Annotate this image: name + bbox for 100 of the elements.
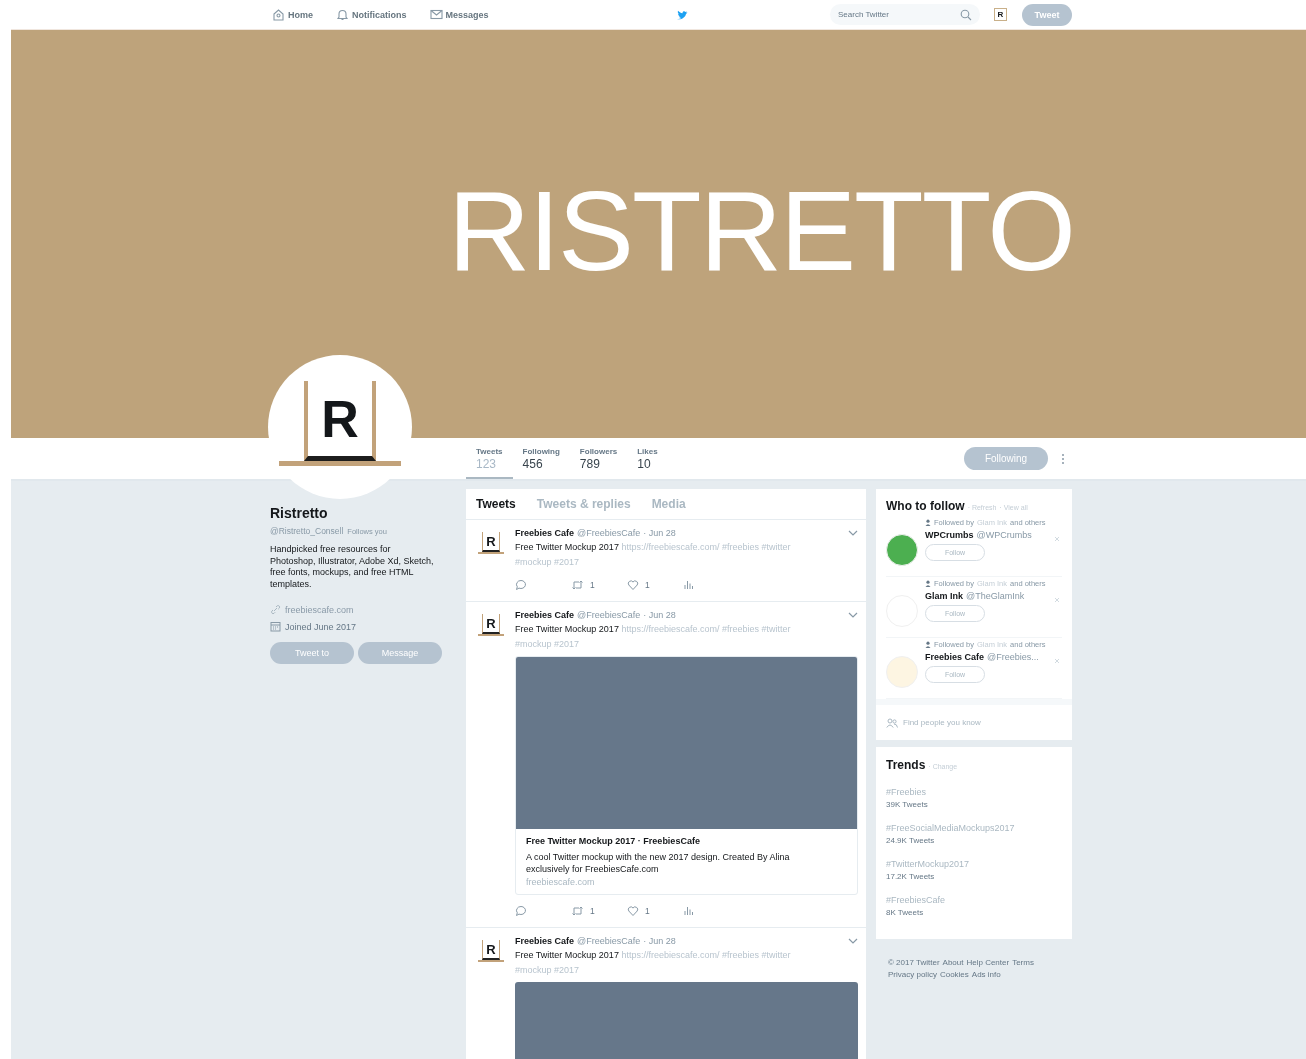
stat-tab[interactable]: Likes 10 xyxy=(627,438,668,479)
nav-link[interactable]: Home xyxy=(270,8,313,21)
profile-avatar[interactable]: R xyxy=(994,8,1007,21)
tweet-handle: @FreebiesCafe xyxy=(577,936,641,946)
close-icon[interactable] xyxy=(1054,597,1060,603)
profile-button[interactable]: Message xyxy=(358,642,442,664)
home-icon xyxy=(272,8,285,21)
account-name[interactable]: Glam Ink xyxy=(925,591,963,601)
footer-link[interactable]: Ads info xyxy=(971,969,1001,981)
tweet-count: 8K Tweets xyxy=(886,908,925,917)
following-button[interactable]: Following xyxy=(964,447,1048,470)
account-handle: @TheGlamInk xyxy=(966,591,1025,601)
tweet-handle: @FreebiesCafe xyxy=(577,610,641,620)
tweet-author[interactable]: Freebies Cafe xyxy=(515,610,575,620)
hashtag-link[interactable]: #2017 xyxy=(554,964,580,975)
tweet-button[interactable]: Tweet xyxy=(1022,3,1072,26)
hashtag-link[interactable]: #mockup xyxy=(515,638,552,649)
tweet-handle: @FreebiesCafe xyxy=(577,528,641,538)
more-icon[interactable] xyxy=(1061,452,1065,465)
hashtag-link[interactable]: #twitter xyxy=(761,542,791,552)
hashtag-link[interactable]: #twitter xyxy=(761,624,791,634)
close-icon[interactable] xyxy=(1054,658,1060,664)
retweet-count: 1 xyxy=(590,580,595,590)
footer-link[interactable]: Help Center xyxy=(966,957,1010,969)
hashtag-link[interactable]: #freebies xyxy=(721,624,759,634)
retweet-icon[interactable] xyxy=(571,905,584,917)
timeline-tab[interactable]: Media xyxy=(651,497,686,519)
hashtag-link[interactable]: #2017 xyxy=(554,638,580,649)
tweet-link[interactable]: https://freebiescafe.com/ xyxy=(621,624,720,634)
tweet-count: 24.9K Tweets xyxy=(886,836,936,845)
account-handle: @Freebies... xyxy=(987,652,1039,662)
account-avatar[interactable] xyxy=(886,534,918,566)
card-url: freebiescafe.com xyxy=(526,877,596,887)
hashtag-link[interactable]: #2017 xyxy=(554,556,580,567)
tweet-link[interactable]: https://freebiescafe.com/ xyxy=(621,542,720,552)
tweet-author[interactable]: Freebies Cafe xyxy=(515,936,575,946)
stat-tab[interactable]: Following 456 xyxy=(512,438,570,479)
section-title: Trends xyxy=(886,758,926,772)
footer-link[interactable]: About xyxy=(942,957,964,969)
bird-icon[interactable] xyxy=(675,8,689,21)
tweet-text: Free Twitter Mockup 2017 xyxy=(515,624,619,634)
nav-link[interactable]: Notifications xyxy=(334,8,407,21)
section-title: Who to follow xyxy=(886,499,965,513)
link-card[interactable]: Free Twitter Mockup 2017 · FreebiesCafe A cool Twitter mockup with the new 2017 design. Created By Alina exclusively for FreebiesCafe.com freebiescafe.com xyxy=(515,656,858,895)
hashtag-link[interactable]: #mockup xyxy=(515,964,552,975)
footer-link[interactable]: © 2017 Twitter xyxy=(888,957,940,969)
tweet-count: 39K Tweets xyxy=(886,800,929,809)
chevron-icon[interactable] xyxy=(848,529,858,537)
tweet-date[interactable]: · Jun 28 xyxy=(643,936,676,946)
analytics-icon[interactable] xyxy=(683,905,695,917)
tweet-date[interactable]: · Jun 28 xyxy=(643,528,676,538)
reply-icon[interactable] xyxy=(515,905,527,917)
profile-handle: @Ristretto_Consell xyxy=(270,526,344,536)
hashtag-link[interactable]: #twitter xyxy=(761,950,791,960)
search-icon[interactable] xyxy=(960,8,972,21)
footer-link[interactable]: Cookies xyxy=(939,969,969,981)
account-name[interactable]: WPCrumbs xyxy=(925,530,974,540)
stat-tab[interactable]: Followers 789 xyxy=(569,438,628,479)
close-icon[interactable] xyxy=(1054,536,1060,542)
tweet-author[interactable]: Freebies Cafe xyxy=(515,528,575,538)
joined-date: Joined June 2017 xyxy=(285,621,357,632)
like-count: 1 xyxy=(645,906,650,916)
stat-tab[interactable]: Tweets 123 xyxy=(466,438,513,479)
person-icon xyxy=(925,641,931,648)
trend-link[interactable]: #TwitterMockup2017 xyxy=(886,859,970,869)
link-icon xyxy=(270,604,281,615)
trend-link[interactable]: #FreeSocialMediaMockups2017 xyxy=(886,823,1015,833)
mail-icon xyxy=(429,8,443,21)
chevron-icon[interactable] xyxy=(848,937,858,945)
heart-icon[interactable] xyxy=(627,579,639,591)
heart-icon[interactable] xyxy=(627,905,639,917)
card-description: A cool Twitter mockup with the new 2017 design. Created By Alina exclusively for FreebiesCafe.com xyxy=(526,851,791,875)
timeline-tab[interactable]: Tweets xyxy=(476,497,516,519)
tweet-date[interactable]: · Jun 28 xyxy=(643,610,676,620)
website-link[interactable]: freebiescafe.com xyxy=(285,604,354,615)
hashtag-link[interactable]: #freebies xyxy=(721,950,759,960)
timeline-tab[interactable]: Tweets & replies xyxy=(536,497,631,519)
footer-link[interactable]: Privacy policy xyxy=(888,969,937,981)
nav-link[interactable]: Messages xyxy=(427,8,489,21)
trend-link[interactable]: #FreebiesCafe xyxy=(886,895,946,905)
reply-icon[interactable] xyxy=(515,579,527,591)
tweet-count: 17.2K Tweets xyxy=(886,872,936,881)
tweet-link[interactable]: https://freebiescafe.com/ xyxy=(621,950,720,960)
chevron-icon[interactable] xyxy=(848,611,858,619)
retweet-count: 1 xyxy=(590,906,595,916)
hashtag-link[interactable]: #freebies xyxy=(721,542,759,552)
search-field[interactable]: Search Twitter xyxy=(830,4,980,25)
trend-link[interactable]: #Freebies xyxy=(886,787,927,797)
hashtag-link[interactable]: #mockup xyxy=(515,556,552,567)
profile-name: Ristretto xyxy=(270,505,329,521)
account-name[interactable]: Freebies Cafe xyxy=(925,652,985,662)
bell-icon xyxy=(336,8,349,21)
footer-link[interactable]: Terms xyxy=(1012,957,1034,969)
analytics-icon[interactable] xyxy=(683,579,695,591)
tweet-text: Free Twitter Mockup 2017 xyxy=(515,542,619,552)
find-people-link[interactable]: Find people you know xyxy=(903,718,981,727)
account-handle: @WPCrumbs xyxy=(976,530,1032,540)
retweet-icon[interactable] xyxy=(571,579,584,591)
profile-button[interactable]: Tweet to xyxy=(270,642,354,664)
people-icon xyxy=(886,717,898,728)
